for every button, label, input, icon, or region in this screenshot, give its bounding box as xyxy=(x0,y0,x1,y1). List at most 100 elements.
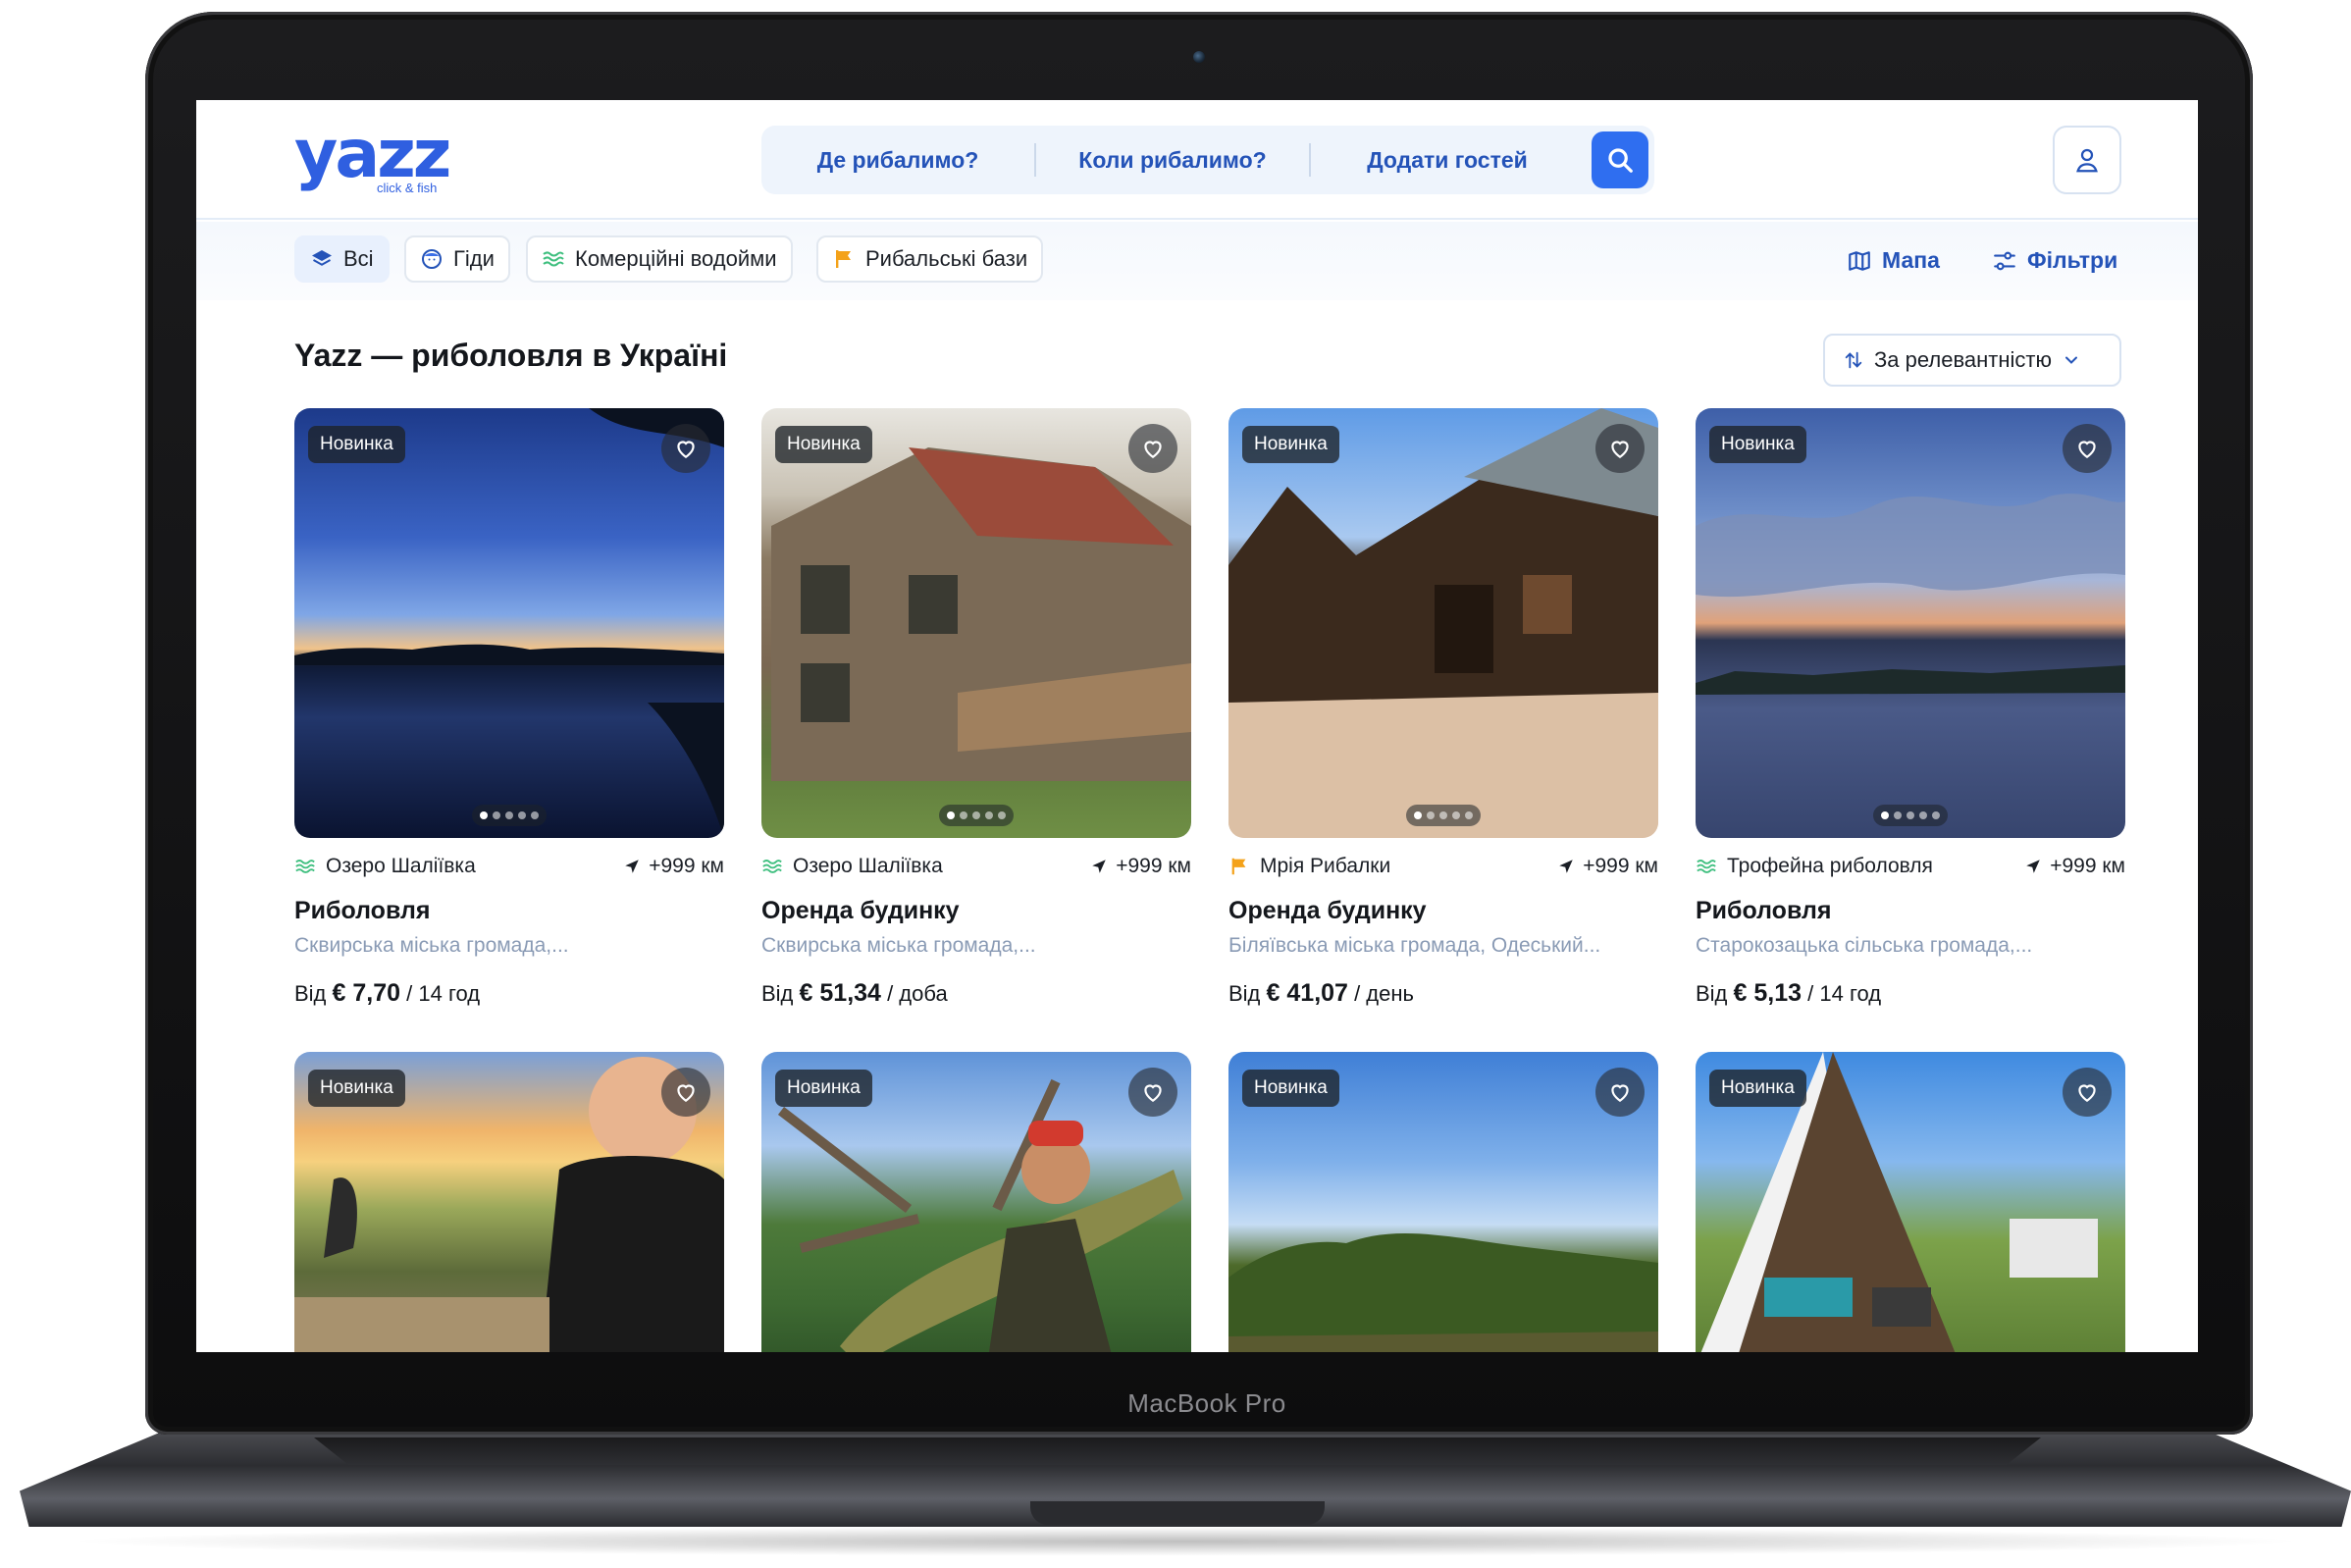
listing-distance: +999 км xyxy=(2050,855,2125,877)
water-waves-icon xyxy=(1697,860,1716,873)
photo-pagination-dots[interactable] xyxy=(939,805,1014,826)
listing-photo-log-cabin[interactable]: Новинка xyxy=(1228,408,1658,838)
map-label: Мапа xyxy=(1882,247,1940,273)
listing-photo-pike-catch[interactable]: Новинка xyxy=(761,1052,1191,1352)
listing-card[interactable]: Новинка Озеро Шаліївка +999 км Риболовля… xyxy=(294,408,724,1007)
navigation-arrow-icon xyxy=(625,860,639,873)
listing-distance: +999 км xyxy=(649,855,724,877)
page-title: Yazz — риболовля в Україні xyxy=(294,338,728,373)
new-badge: Новинка xyxy=(775,426,872,463)
listing-card[interactable]: Новинка Трофейна риболовля +999 км Рибол… xyxy=(1696,408,2125,1007)
favorite-button[interactable] xyxy=(1595,424,1645,473)
listing-photo-cloudy-lake[interactable]: Новинка xyxy=(1696,408,2125,838)
search-guests[interactable]: Додати гостей xyxy=(1311,126,1584,194)
listing-price: Від € 41,07 / день xyxy=(1228,979,1414,1007)
listing-photo-forest-lake[interactable]: Новинка xyxy=(1228,1052,1658,1352)
water-waves-icon xyxy=(762,860,782,873)
new-badge: Новинка xyxy=(308,1070,405,1107)
map-icon xyxy=(1849,250,1870,271)
listing-title[interactable]: Риболовля xyxy=(294,897,430,925)
photo-pagination-dots[interactable] xyxy=(1873,805,1948,826)
chip-label: Гіди xyxy=(453,246,495,271)
laptop-scene: MacBook Pro yazz click & fish Де рибалим… xyxy=(0,0,2351,1568)
listing-place[interactable]: Озеро Шаліївка xyxy=(326,855,476,878)
listing-meta: Озеро Шаліївка +999 км xyxy=(294,852,724,881)
listing-photo-fisher-sunset[interactable]: Новинка xyxy=(294,1052,724,1352)
listing-place[interactable]: Озеро Шаліївка xyxy=(793,855,943,878)
listing-card[interactable]: Новинка Мрія Рибалки +999 км Оренда буди… xyxy=(1228,408,1658,1007)
logo-word: yazz xyxy=(294,116,451,193)
logo[interactable]: yazz click & fish xyxy=(294,116,461,196)
top-navbar: yazz click & fish Де рибалимо? Коли риба… xyxy=(196,100,2198,220)
logo-tagline: click & fish xyxy=(377,181,438,195)
listing-title[interactable]: Оренда будинку xyxy=(1228,897,1427,925)
listing-card[interactable]: Новинка xyxy=(294,1052,724,1352)
water-waves-icon xyxy=(542,247,565,271)
search-when[interactable]: Коли рибалимо? xyxy=(1036,126,1309,194)
heart-icon xyxy=(2078,1084,2096,1102)
sort-label: За релевантністю xyxy=(1874,347,2052,372)
listing-card[interactable]: Новинка xyxy=(1228,1052,1658,1352)
favorite-button[interactable] xyxy=(2063,424,2112,473)
new-badge: Новинка xyxy=(1242,426,1339,463)
chip-guides[interactable]: Гіди xyxy=(404,235,510,283)
favorite-button[interactable] xyxy=(1128,424,1177,473)
listing-card[interactable]: Новинка xyxy=(761,1052,1191,1352)
search-icon xyxy=(1608,148,1633,173)
new-badge: Новинка xyxy=(308,426,405,463)
favorite-button[interactable] xyxy=(661,1068,710,1117)
sort-dropdown[interactable]: За релевантністю xyxy=(1823,334,2121,387)
filters-button[interactable]: Фільтри xyxy=(1992,247,2117,274)
new-badge: Новинка xyxy=(1709,426,1806,463)
navigation-arrow-icon xyxy=(2026,860,2040,873)
laptop-notch xyxy=(1030,1501,1325,1525)
user-icon xyxy=(2076,148,2098,173)
photo-pagination-dots[interactable] xyxy=(1406,805,1481,826)
listing-photo-sunset-lake[interactable]: Новинка xyxy=(294,408,724,838)
listing-photo-wooden-house[interactable]: Новинка xyxy=(761,408,1191,838)
chip-all[interactable]: Всі xyxy=(294,235,390,283)
favorite-button[interactable] xyxy=(661,424,710,473)
listing-meta: Мрія Рибалки +999 км xyxy=(1228,852,1658,881)
chip-label: Рибальські бази xyxy=(865,246,1028,271)
flag-icon xyxy=(832,247,856,271)
heart-icon xyxy=(1144,1084,1162,1102)
listing-place[interactable]: Мрія Рибалки xyxy=(1260,855,1390,878)
listing-title[interactable]: Риболовля xyxy=(1696,897,1831,925)
favorite-button[interactable] xyxy=(1595,1068,1645,1117)
camera-icon xyxy=(1193,51,1205,63)
listing-meta: Трофейна риболовля +999 км xyxy=(1696,852,2125,881)
filters-label: Фільтри xyxy=(2027,247,2118,273)
heart-icon xyxy=(677,1084,695,1102)
listing-card[interactable]: Новинка Озеро Шаліївка +999 км Оренда бу… xyxy=(761,408,1191,1007)
sort-arrows-icon xyxy=(1845,351,1862,369)
favorite-button[interactable] xyxy=(1128,1068,1177,1117)
listing-card[interactable]: Новинка xyxy=(1696,1052,2125,1352)
search-where[interactable]: Де рибалимо? xyxy=(761,126,1034,194)
browser-screen: yazz click & fish Де рибалимо? Коли риба… xyxy=(196,100,2198,1352)
favorite-button[interactable] xyxy=(2063,1068,2112,1117)
photo-pagination-dots[interactable] xyxy=(472,805,547,826)
water-waves-icon xyxy=(295,860,315,873)
heart-icon xyxy=(2078,441,2096,458)
listing-price: Від € 5,13 / 14 год xyxy=(1696,979,1882,1007)
heart-icon xyxy=(1144,441,1162,458)
new-badge: Новинка xyxy=(775,1070,872,1107)
listing-place[interactable]: Трофейна риболовля xyxy=(1727,855,1933,878)
chip-fishing-bases[interactable]: Рибальські бази xyxy=(816,235,1044,283)
navigation-arrow-icon xyxy=(1092,860,1106,873)
listing-location: Біляївська міська громада, Одеський... xyxy=(1228,934,1601,957)
heart-icon xyxy=(677,441,695,458)
listing-distance: +999 км xyxy=(1583,855,1658,877)
chip-commercial-waters[interactable]: Комерційні водойми xyxy=(526,235,793,283)
listing-title[interactable]: Оренда будинку xyxy=(761,897,960,925)
search-button[interactable] xyxy=(1592,131,1648,188)
category-filter-bar: Всі Гіди Комерційні водойми Рибальські б… xyxy=(196,222,2198,300)
new-badge: Новинка xyxy=(1709,1070,1806,1107)
sliders-icon xyxy=(1994,251,2015,270)
listing-photo-a-frame-house[interactable]: Новинка xyxy=(1696,1052,2125,1352)
map-button[interactable]: Мапа xyxy=(1847,247,1940,274)
user-account-button[interactable] xyxy=(2053,126,2121,194)
listing-location: Старокозацька сільська громада,... xyxy=(1696,934,2033,957)
listing-price: Від € 51,34 / доба xyxy=(761,979,948,1007)
